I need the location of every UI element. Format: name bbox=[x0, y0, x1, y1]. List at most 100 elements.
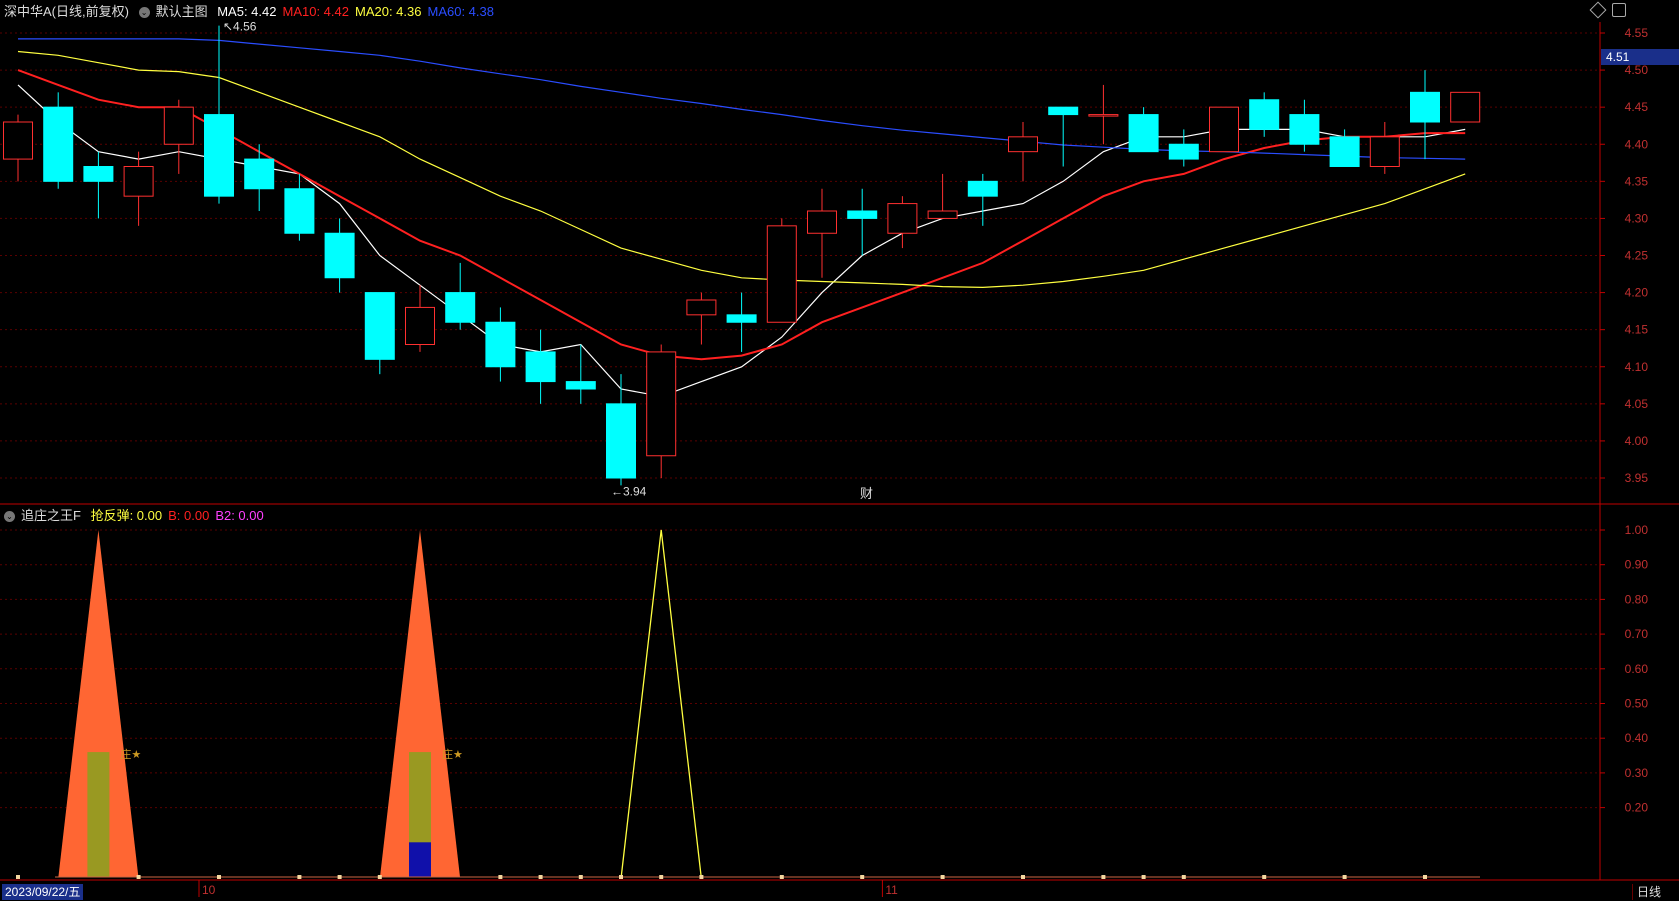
main-tick-label: 4.05 bbox=[1625, 397, 1649, 411]
baseline-marker bbox=[619, 875, 623, 879]
baseline-marker bbox=[217, 875, 221, 879]
main-tick-label: 4.55 bbox=[1625, 26, 1649, 40]
baseline-marker bbox=[538, 875, 543, 879]
candle-body bbox=[405, 306, 435, 345]
candle-body bbox=[967, 180, 998, 197]
candle-body bbox=[3, 121, 33, 160]
indicator-tick-label: 0.30 bbox=[1625, 766, 1649, 780]
indicator-legend-item-1: B: 0.00 bbox=[168, 508, 210, 523]
main-tick-label: 4.35 bbox=[1625, 174, 1649, 188]
candle-body bbox=[847, 210, 878, 219]
baseline-marker bbox=[16, 875, 20, 879]
template-toggle-icon[interactable]: ⌄ bbox=[138, 7, 150, 19]
baseline-marker bbox=[779, 875, 784, 879]
candle-body bbox=[1048, 106, 1079, 116]
candle bbox=[766, 218, 797, 323]
settings-icon[interactable] bbox=[1612, 3, 1626, 17]
ma-legend-item-0: MA5: 4.42 bbox=[217, 4, 277, 19]
main-tick-label: 4.45 bbox=[1625, 100, 1649, 114]
candle-body bbox=[1008, 136, 1038, 153]
main-tick-label: 4.20 bbox=[1625, 286, 1649, 300]
baseline-marker bbox=[1141, 875, 1146, 879]
zhuang-star-label: 庄★ bbox=[120, 747, 141, 761]
ma-legend: MA5: 4.42 MA10: 4.42 MA20: 4.36 MA60: 4.38 bbox=[217, 4, 500, 19]
ma-legend-item-1: MA10: 4.42 bbox=[282, 4, 349, 19]
main-tick-label: 4.00 bbox=[1625, 434, 1649, 448]
candle-body bbox=[525, 351, 556, 383]
candle-body bbox=[364, 292, 395, 360]
month-label: 10 bbox=[202, 883, 216, 897]
candle-body bbox=[606, 403, 636, 479]
month-label: 11 bbox=[885, 883, 898, 897]
baseline-marker bbox=[860, 875, 865, 879]
candle-body bbox=[324, 232, 355, 279]
candle-body bbox=[163, 106, 194, 145]
indicator-tick-label: 0.80 bbox=[1625, 592, 1649, 606]
candle-body bbox=[1450, 91, 1481, 123]
finance-marker: 财 bbox=[860, 486, 873, 501]
background bbox=[0, 0, 1679, 901]
baseline-marker bbox=[659, 875, 664, 879]
candle-body bbox=[204, 114, 234, 197]
baseline-marker bbox=[377, 875, 382, 879]
indicator-legend-item-2: B2: 0.00 bbox=[215, 508, 264, 523]
baseline-marker bbox=[136, 875, 141, 879]
period-button[interactable]: 日线 bbox=[1632, 884, 1665, 900]
indicator-legend: 抢反弹: 0.00 B: 0.00 B2: 0.00 bbox=[91, 508, 270, 523]
candle bbox=[43, 92, 74, 189]
current-price-label: 4.51 bbox=[1606, 50, 1630, 64]
candle-body bbox=[123, 166, 154, 197]
indicator-legend-item-0: 抢反弹: 0.00 bbox=[90, 508, 163, 523]
baseline-marker bbox=[1262, 875, 1267, 879]
candle-body bbox=[244, 158, 275, 190]
ma-legend-item-3: MA60: 4.38 bbox=[427, 4, 494, 19]
zhuang-star-label: 庄★ bbox=[442, 747, 463, 761]
baseline-marker bbox=[699, 875, 704, 879]
candle-body bbox=[927, 210, 958, 219]
indicator-tick-label: 0.20 bbox=[1625, 801, 1649, 815]
baseline-marker bbox=[1101, 875, 1106, 879]
baseline-marker bbox=[337, 875, 342, 879]
candle-body bbox=[43, 106, 74, 182]
candle-body bbox=[1410, 91, 1440, 123]
candle-body bbox=[1128, 114, 1159, 153]
symbol-name: 深中华A bbox=[4, 4, 52, 19]
candle-body bbox=[1369, 136, 1400, 167]
candle-body bbox=[83, 166, 114, 182]
indicator-tick-label: 0.60 bbox=[1625, 662, 1649, 676]
candle-body bbox=[1209, 106, 1239, 153]
indicator-tick-label: 0.70 bbox=[1625, 627, 1649, 641]
candle-body bbox=[565, 381, 596, 390]
main-tick-label: 3.95 bbox=[1625, 471, 1649, 485]
baseline-marker bbox=[940, 875, 945, 879]
main-tick-label: 4.50 bbox=[1625, 63, 1649, 77]
main-tick-label: 4.40 bbox=[1625, 137, 1649, 151]
baseline-marker bbox=[1342, 875, 1347, 879]
template-name[interactable]: 默认主图 bbox=[156, 4, 208, 19]
candle-body bbox=[485, 321, 516, 368]
candle-body bbox=[887, 203, 918, 234]
candle bbox=[1209, 106, 1239, 153]
candle-body bbox=[1329, 136, 1360, 167]
main-tick-label: 4.25 bbox=[1625, 249, 1649, 263]
period-mode: (日线,前复权) bbox=[51, 4, 129, 19]
candle-body bbox=[1249, 99, 1280, 130]
low-price-label: ←3.94 bbox=[611, 484, 647, 498]
main-tick-label: 4.30 bbox=[1625, 211, 1649, 225]
candle bbox=[1450, 91, 1481, 123]
baseline-marker bbox=[1423, 875, 1427, 879]
signal-bar-olive bbox=[87, 752, 110, 877]
main-tick-label: 4.10 bbox=[1625, 360, 1649, 374]
indicator-name[interactable]: 追庄之王F bbox=[21, 508, 81, 523]
candle-body bbox=[766, 225, 797, 323]
main-tick-label: 4.15 bbox=[1625, 323, 1649, 337]
chart-canvas[interactable]: 4.55 4.50 4.45 4.40 4.35 4.30 4.25 4.20 4.15 4.10… bbox=[0, 0, 1679, 901]
main-chart-header: 深中华A(日线,前复权) ⌄ 默认主图 MA5: 4.42 MA10: 4.42 MA… bbox=[4, 2, 506, 22]
candle-body bbox=[445, 292, 476, 323]
indicator-tick-label: 0.50 bbox=[1625, 697, 1649, 711]
candle-body bbox=[686, 299, 717, 316]
indicator-toggle-icon[interactable]: ⌄ bbox=[4, 511, 15, 523]
candle-body bbox=[1168, 143, 1199, 160]
baseline-marker bbox=[498, 875, 503, 879]
date-readout: 2023/09/22/五 bbox=[2, 884, 84, 900]
